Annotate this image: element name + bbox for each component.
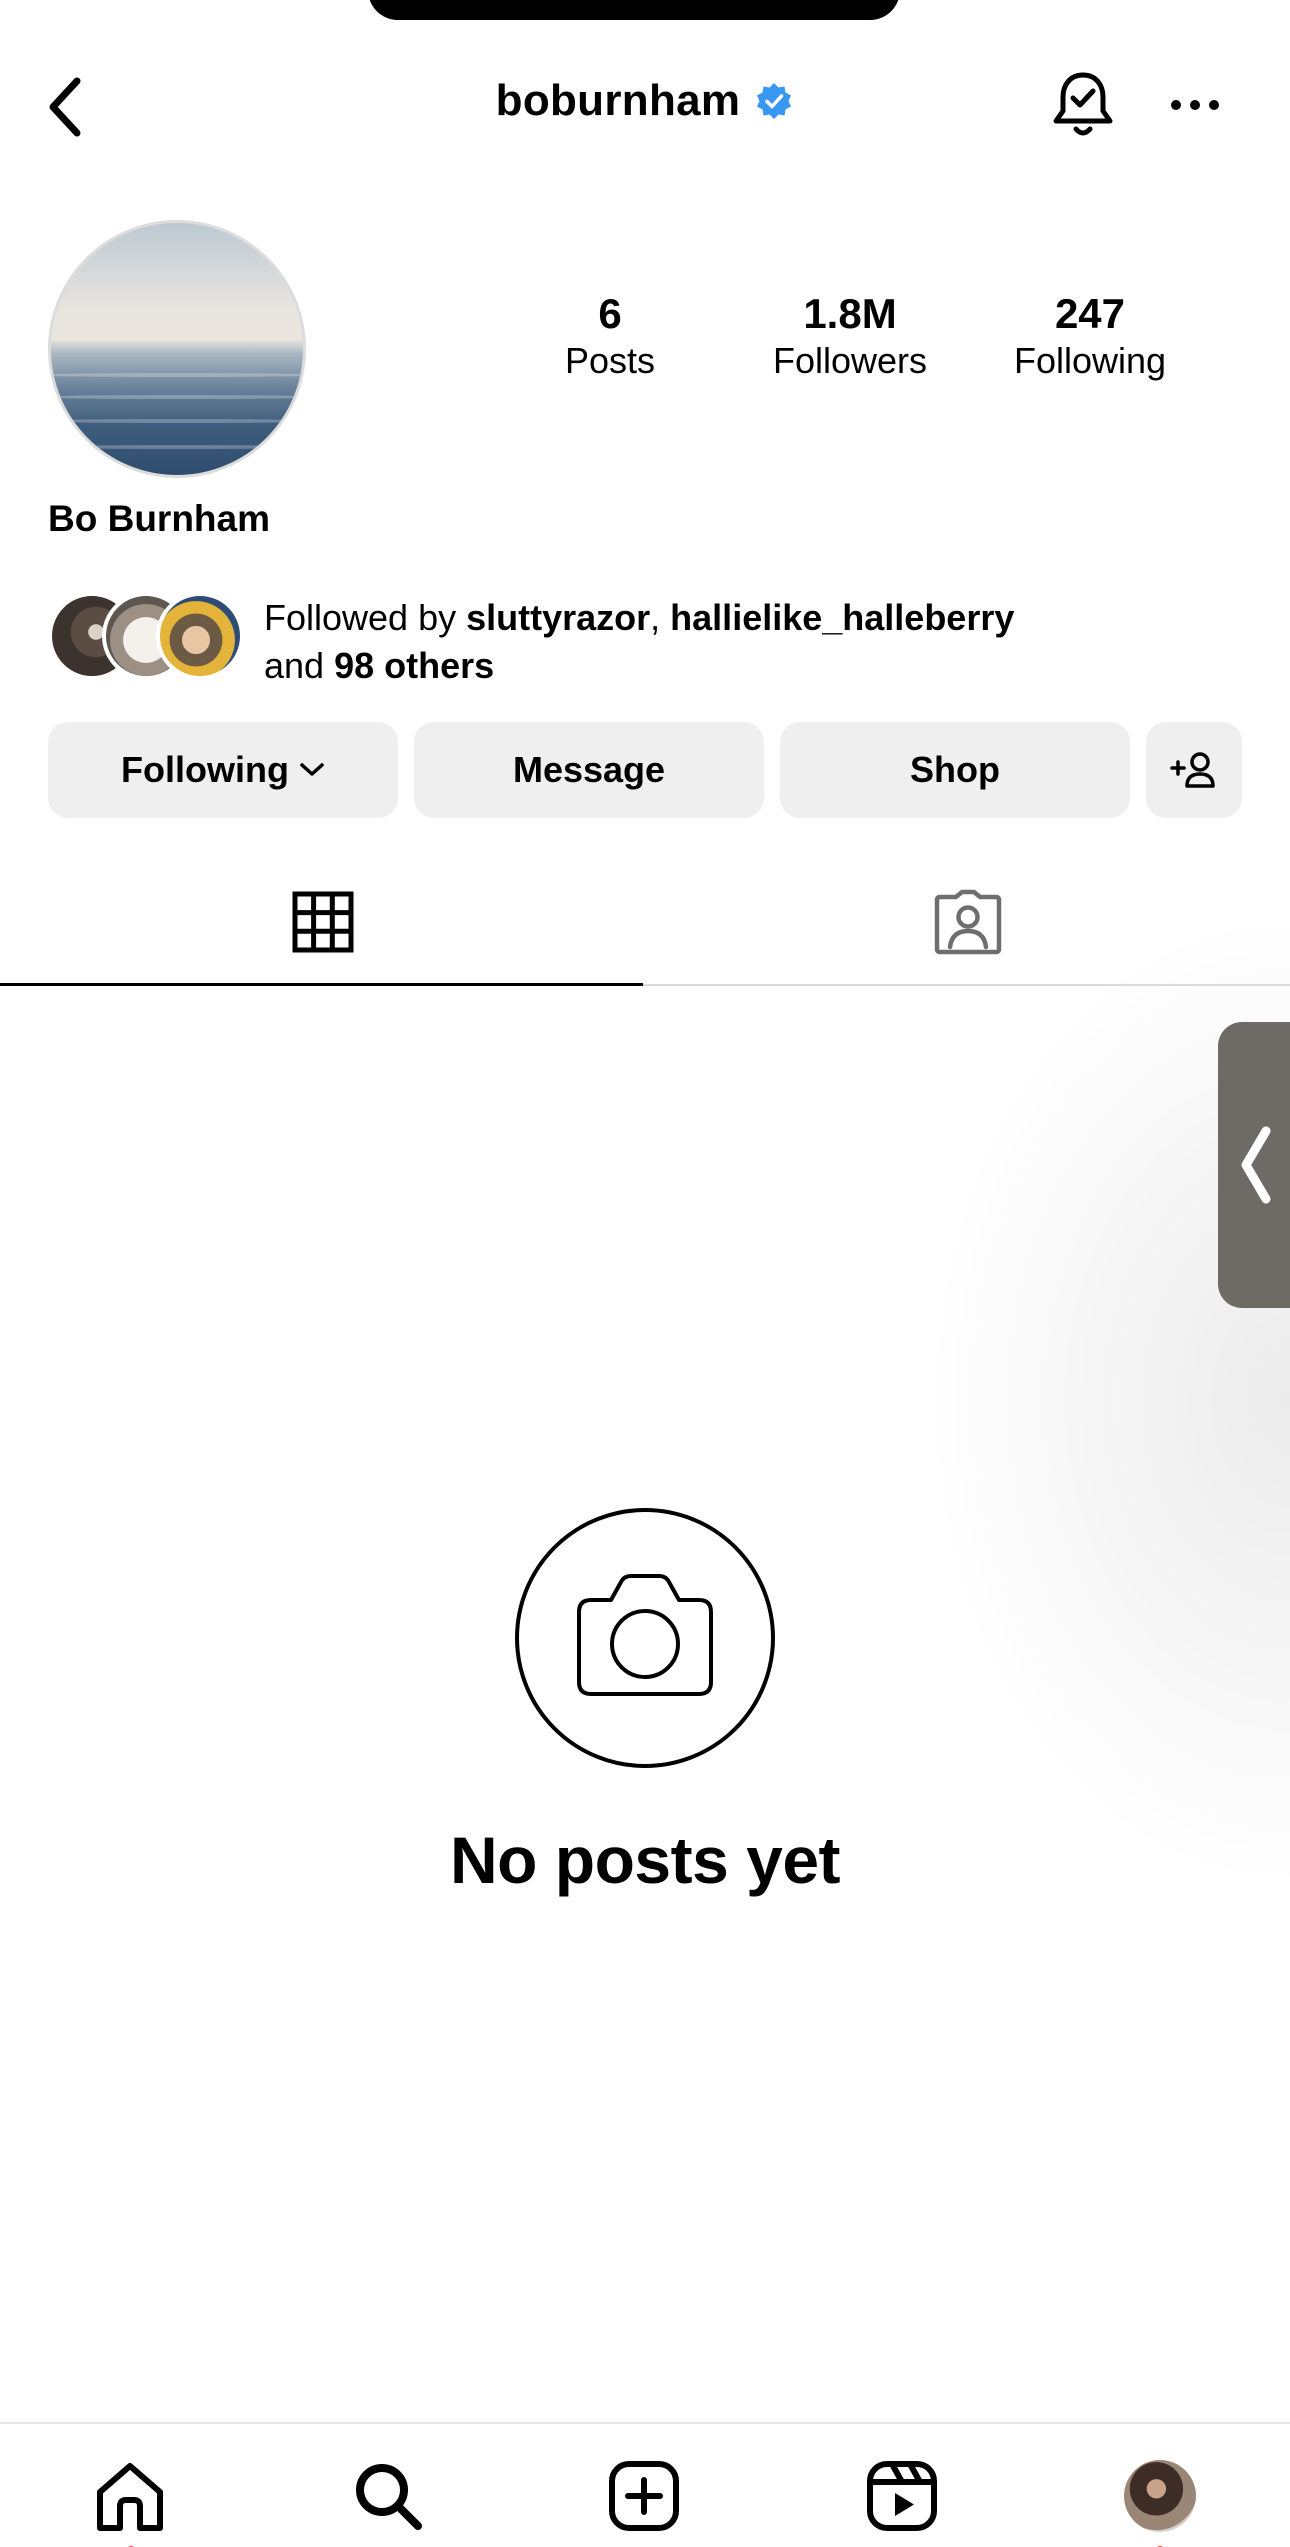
tab-tagged[interactable] [645, 860, 1290, 984]
bell-check-icon [1053, 72, 1113, 136]
shop-button[interactable]: Shop [780, 722, 1130, 818]
avatar-wave [51, 445, 303, 449]
home-icon [97, 2463, 163, 2531]
others-count: 98 others [334, 645, 495, 686]
more-horizontal-icon [1171, 100, 1219, 110]
mutual-user-2: hallielike_halleberry [670, 597, 1015, 638]
camera-icon [515, 1508, 775, 1768]
active-tab-indicator [0, 983, 643, 986]
nav-home[interactable] [90, 2456, 170, 2547]
stat-value: 6 [598, 290, 622, 337]
username: boburnham [495, 76, 741, 125]
bottom-navigation [0, 2422, 1290, 2547]
following-button[interactable]: Following [48, 722, 398, 818]
profile-header: boburnham [0, 60, 1290, 150]
mutual-user-1: sluttyrazor [466, 597, 651, 638]
nav-reels[interactable] [862, 2456, 942, 2536]
followed-by-section[interactable]: Followed by sluttyrazor, hallielike_hall… [48, 592, 1248, 686]
stat-label: Posts [564, 340, 656, 381]
stat-followers[interactable]: 1.8M Followers [730, 290, 970, 384]
profile-actions: Following Message Shop [48, 722, 1242, 818]
nav-create[interactable] [604, 2456, 684, 2536]
side-panel-handle[interactable] [1218, 1022, 1290, 1308]
avatar [156, 592, 244, 680]
add-person-icon [1170, 752, 1215, 788]
message-button[interactable]: Message [414, 722, 764, 818]
profile-stats: 6 Posts 1.8M Followers 247 Following [490, 290, 1190, 410]
followed-by-line-2: and 98 others [264, 642, 1014, 690]
avatar [1124, 2460, 1196, 2532]
plus-square-icon [609, 2461, 679, 2531]
chevron-left-icon [1241, 1126, 1271, 1204]
following-button-label: Following [121, 749, 289, 790]
more-options-button[interactable] [1160, 70, 1230, 140]
separator: , [650, 597, 671, 638]
stat-value: 1.8M [803, 290, 897, 337]
message-button-label: Message [512, 749, 666, 790]
reels-icon [867, 2461, 937, 2531]
avatar-wave [51, 419, 303, 423]
stat-label: Following [1013, 340, 1167, 381]
dynamic-island [368, 0, 900, 20]
followed-by-line-1: Followed by sluttyrazor, hallielike_hall… [264, 594, 1014, 642]
and-text: and [264, 645, 335, 686]
followed-by-text: Followed by sluttyrazor, hallielike_hall… [264, 594, 1014, 690]
content-tabs [0, 860, 1290, 986]
stat-posts[interactable]: 6 Posts [490, 290, 730, 384]
no-posts-text: No posts yet [449, 1823, 841, 1897]
profile-avatar[interactable] [48, 220, 306, 478]
followed-by-prefix: Followed by [264, 597, 467, 638]
avatar-wave [51, 373, 303, 377]
nav-search[interactable] [348, 2456, 428, 2536]
chevron-down-icon [300, 763, 324, 776]
suggested-users-button[interactable] [1146, 722, 1242, 818]
verified-badge-icon [757, 83, 792, 119]
tab-posts-grid[interactable] [0, 860, 645, 986]
avatar-wave [51, 395, 303, 399]
stat-value: 247 [1054, 290, 1126, 337]
stat-following[interactable]: 247 Following [970, 290, 1210, 384]
display-name: Bo Burnham [48, 498, 270, 539]
grid-icon [292, 891, 353, 953]
nav-profile[interactable] [1120, 2456, 1200, 2547]
shop-button-label: Shop [910, 749, 1000, 790]
notifications-button[interactable] [1048, 68, 1118, 142]
search-icon [356, 2464, 422, 2530]
tagged-person-icon [934, 889, 1001, 955]
stat-label: Followers [772, 340, 928, 381]
mutual-avatars [48, 592, 248, 680]
